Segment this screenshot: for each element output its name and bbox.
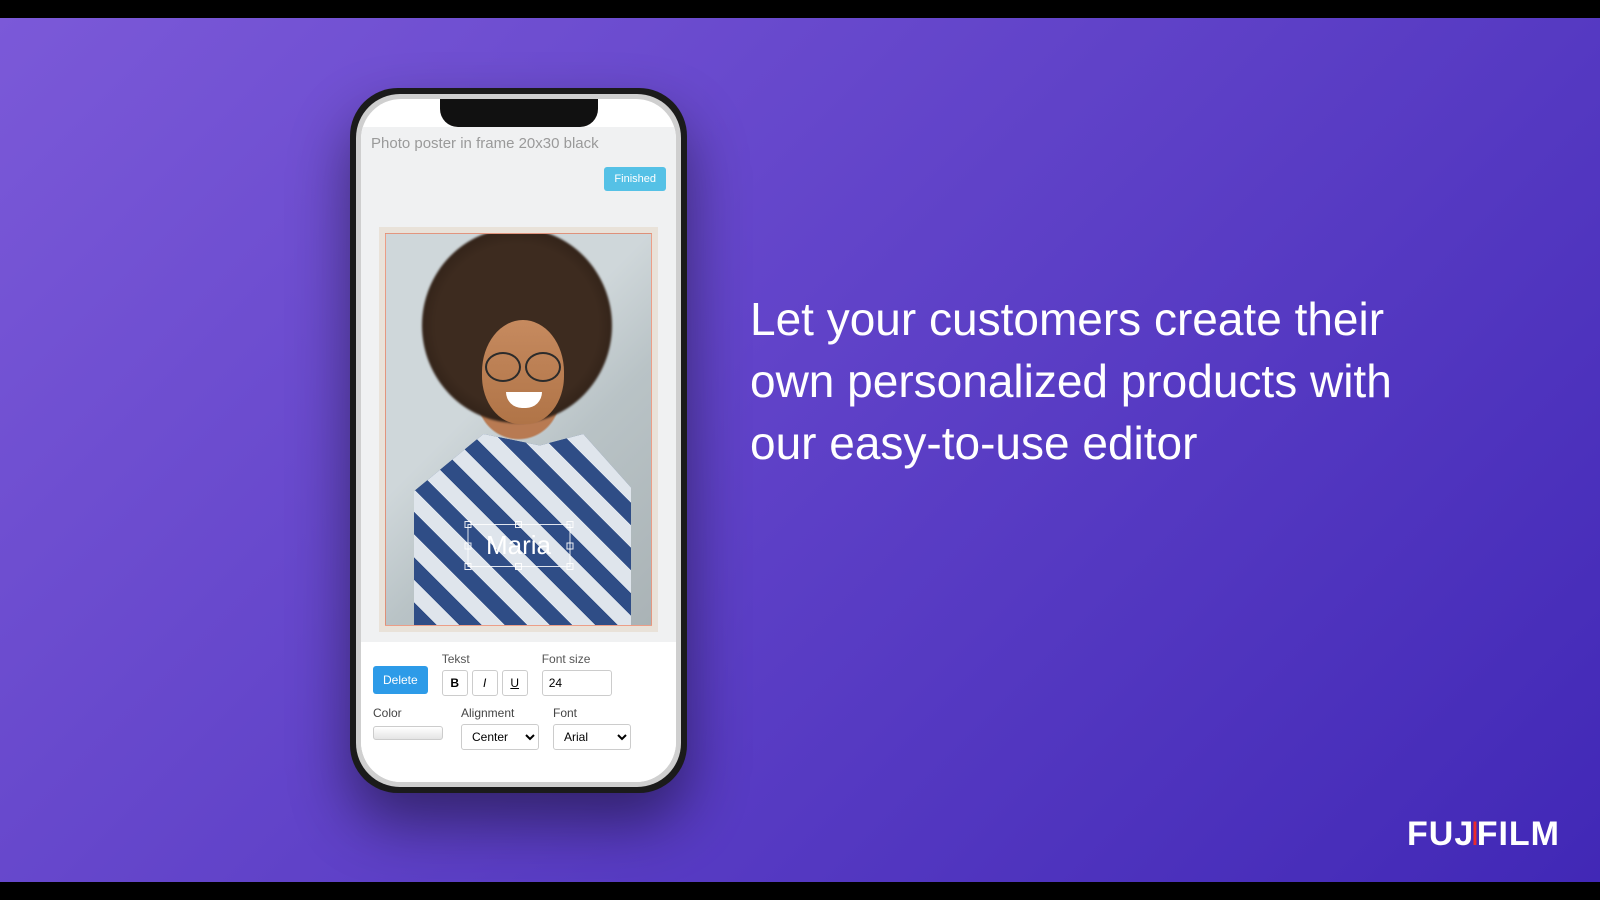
text-style-label: Tekst (442, 652, 528, 666)
phone-notch (440, 99, 598, 127)
fontsize-field: Font size (542, 652, 612, 696)
slide-stage: Let your customers create their own pers… (0, 18, 1600, 882)
text-style-buttons: B I U (442, 670, 528, 696)
alignment-select[interactable]: Center (461, 724, 539, 750)
resize-handle-tr[interactable] (566, 521, 573, 528)
underline-button[interactable]: U (502, 670, 528, 696)
brand-dot-icon: I (1472, 815, 1478, 854)
text-selection-box[interactable]: Maria (467, 524, 570, 567)
phone-mock: Photo poster in frame 20x30 black Finish… (350, 88, 687, 793)
resize-handle-br[interactable] (566, 563, 573, 570)
resize-handle-bl[interactable] (464, 563, 471, 570)
bold-button[interactable]: B (442, 670, 468, 696)
photo-image[interactable]: Maria (385, 233, 652, 626)
font-field: Font Arial (553, 706, 631, 750)
glasses-icon (485, 352, 561, 378)
brand-right: FILM (1477, 815, 1560, 853)
editor-appbar: Photo poster in frame 20x30 black Finish… (361, 127, 676, 197)
fontsize-label: Font size (542, 652, 612, 666)
brand-left: FUJ (1407, 815, 1474, 853)
photo-frame[interactable]: Maria (379, 227, 658, 632)
text-style-field: Tekst B I U (442, 652, 528, 696)
color-label: Color (373, 706, 447, 720)
finished-button[interactable]: Finished (604, 167, 666, 191)
color-field: Color (373, 706, 447, 740)
product-title: Photo poster in frame 20x30 black (371, 135, 666, 152)
editor-toolbar: Delete Tekst B I U Font size (361, 642, 676, 782)
phone-rim: Photo poster in frame 20x30 black Finish… (356, 94, 681, 787)
fontsize-input[interactable] (542, 670, 612, 696)
resize-handle-t[interactable] (515, 521, 522, 528)
phone-screen: Photo poster in frame 20x30 black Finish… (361, 99, 676, 782)
color-picker[interactable] (373, 726, 443, 740)
delete-button[interactable]: Delete (373, 666, 428, 694)
font-label: Font (553, 706, 631, 720)
editor-canvas[interactable]: Maria (361, 197, 676, 642)
headline-text: Let your customers create their own pers… (750, 288, 1430, 474)
resize-handle-r[interactable] (566, 542, 573, 549)
font-select[interactable]: Arial (553, 724, 631, 750)
brand-logo: FUJIFILM (1407, 815, 1560, 854)
alignment-field: Alignment Center (461, 706, 539, 750)
resize-handle-b[interactable] (515, 563, 522, 570)
resize-handle-l[interactable] (464, 542, 471, 549)
italic-button[interactable]: I (472, 670, 498, 696)
alignment-label: Alignment (461, 706, 539, 720)
resize-handle-tl[interactable] (464, 521, 471, 528)
caption-text[interactable]: Maria (486, 530, 551, 560)
